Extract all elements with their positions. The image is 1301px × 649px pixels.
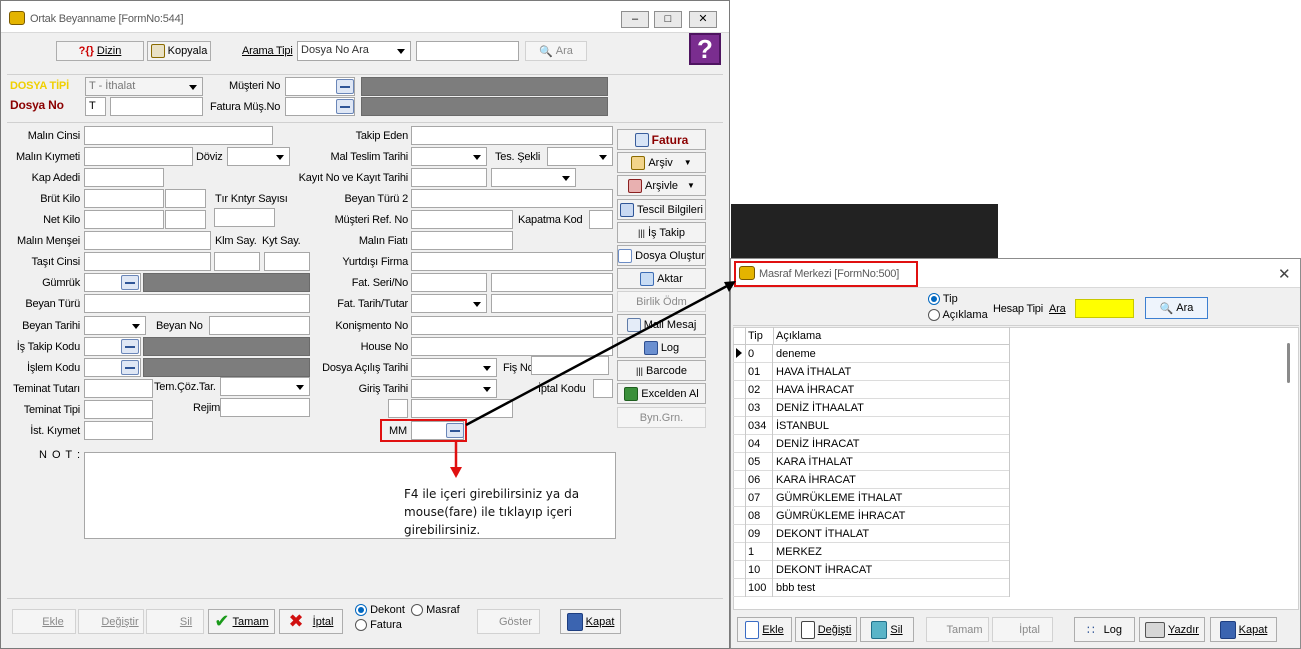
arrow-head-red-icon [450,467,462,478]
annotation-arrows [450,281,736,478]
arrow-to-popup [465,284,728,427]
